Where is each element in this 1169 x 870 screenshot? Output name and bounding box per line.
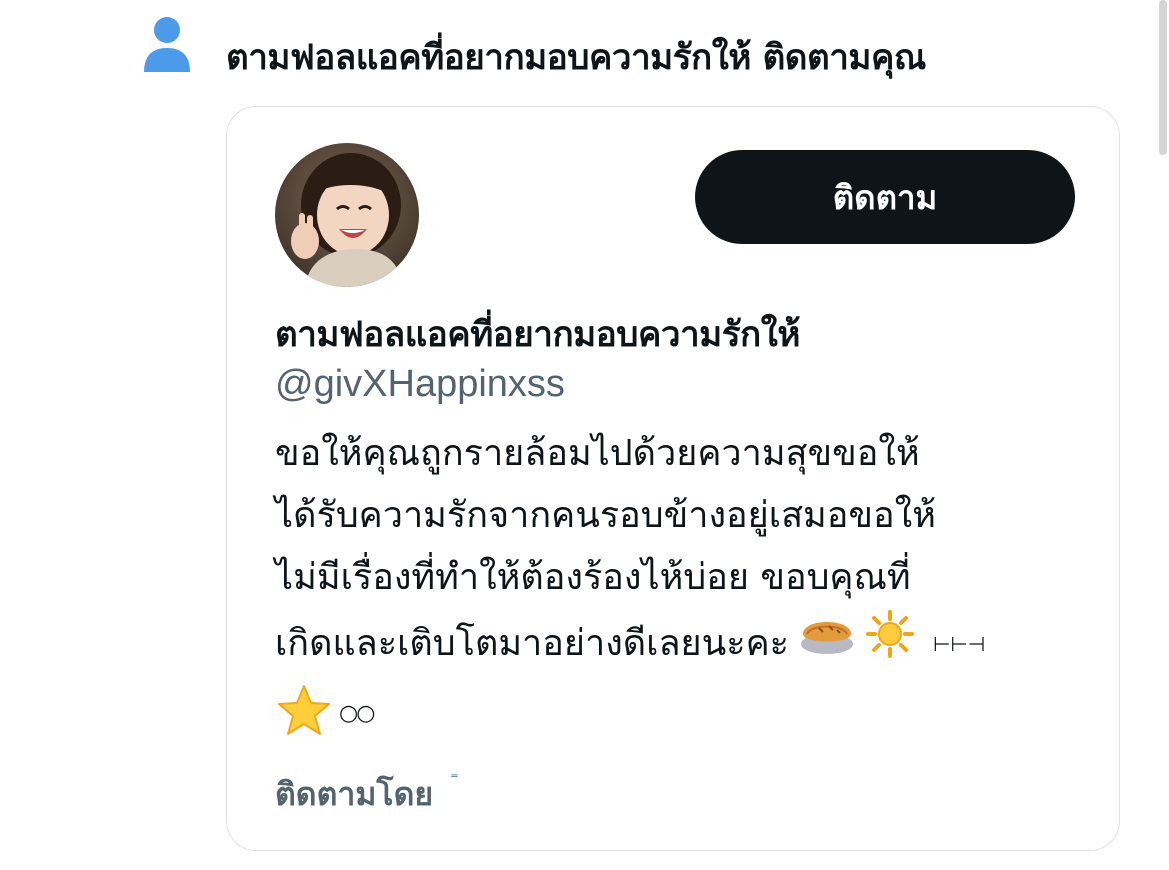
scrollbar[interactable] (1159, 0, 1167, 155)
bio-line: เกิดและเติบโตมาอย่างดีเลยนะคะ ⊢⊢⊣ (275, 609, 1085, 679)
star-emoji-icon (275, 683, 333, 743)
user-bio: ขอให้คุณถูกรายล้อมไปด้วยความสุขขอให้ ได้… (275, 423, 1085, 679)
sun-emoji-icon (865, 609, 915, 679)
follow-button[interactable]: ติดตาม (695, 150, 1075, 244)
bio-line: ได้รับความรักจากคนรอบข้างอยู่เสมอขอให้ (275, 495, 936, 536)
display-name[interactable]: ตามฟอลแอคที่อยากมอบความรักให้ (275, 307, 800, 362)
user-handle[interactable]: @givXHappinxss (275, 363, 565, 406)
bio-line: ขอให้คุณถูกรายล้อมไปด้วยความสุขขอให้ (275, 433, 920, 474)
user-card[interactable]: ติดตาม ตามฟอลแอคที่อยากมอบความรักให้ @gi… (226, 106, 1120, 851)
bio-rings: ○○ (339, 700, 375, 726)
followed-by[interactable]: ติดตามโดย ⁼ (275, 769, 459, 820)
bio-line-text: เกิดและเติบโตมาอย่างดีเลยนะคะ (275, 623, 789, 664)
bio-emoji-row: ○○ (275, 683, 375, 743)
notification-page: ตามฟอลแอคที่อยากมอบความรักให้ ติดตามคุณ (0, 0, 1169, 870)
bio-symbols: ⊢⊢⊣ (932, 632, 986, 656)
notification-text[interactable]: ตามฟอลแอคที่อยากมอบความรักให้ ติดตามคุณ (226, 30, 926, 85)
followed-by-mark: ⁼ (450, 769, 459, 788)
bio-line: ไม่มีเรื่องที่ทำให้ต้องร้องไห้บ่อย ขอบคุ… (275, 557, 911, 598)
person-icon (142, 14, 192, 76)
avatar[interactable] (275, 143, 419, 287)
followed-by-label: ติดตามโดย (275, 775, 434, 813)
pie-emoji-icon (799, 612, 855, 676)
